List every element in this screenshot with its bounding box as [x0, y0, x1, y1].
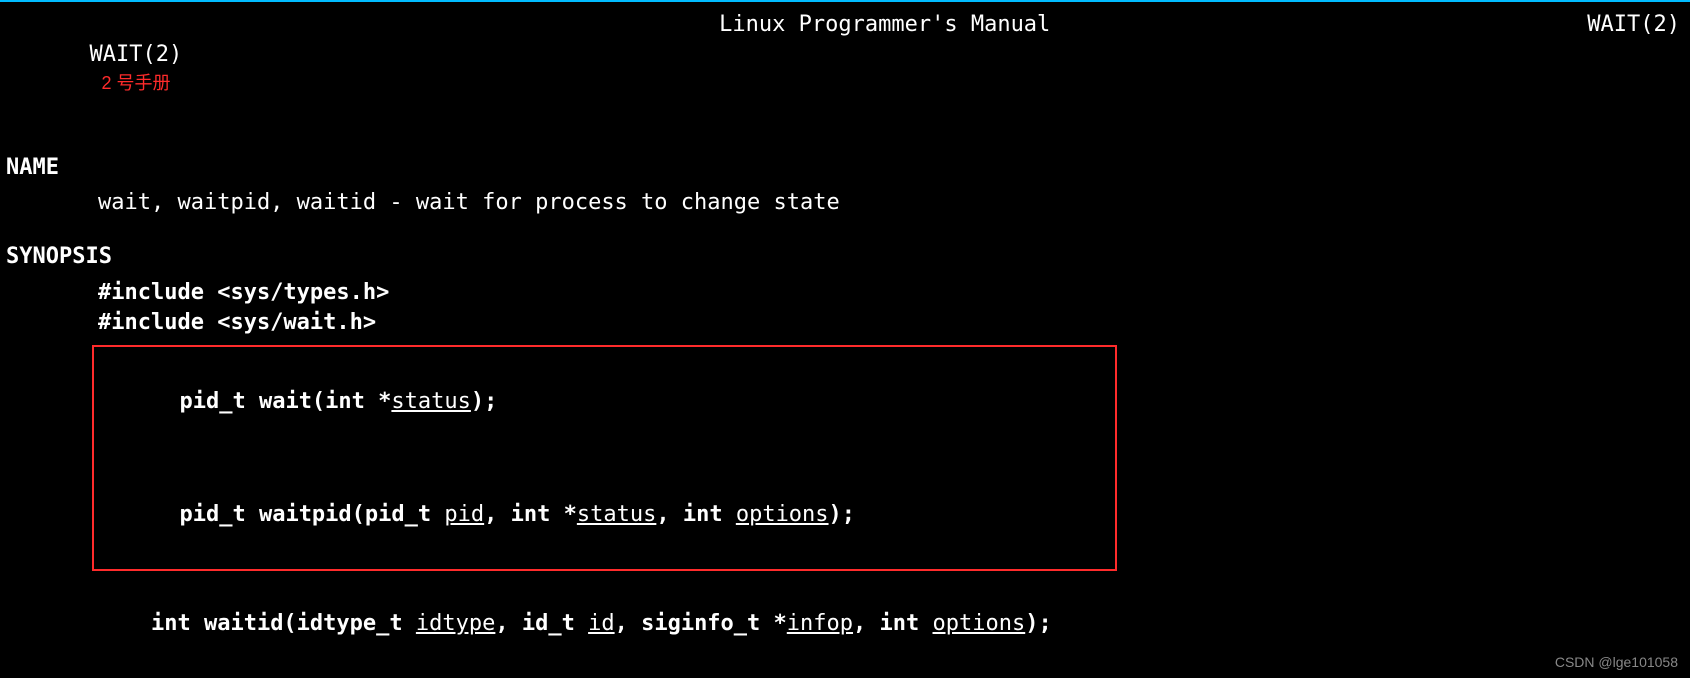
man-header: WAIT(2) 2 号手册 Linux Programmer's Manual … — [6, 10, 1684, 129]
highlight-box: pid_t wait(int *status); pid_t waitpid(p… — [92, 345, 1117, 571]
name-description: wait, waitpid, waitid - wait for process… — [98, 188, 1684, 218]
wp-m1: , int * — [484, 502, 577, 527]
wp-arg-pid: pid — [444, 502, 484, 527]
page-ref-right: WAIT(2) — [1587, 10, 1680, 40]
wid-m3: , int — [853, 611, 932, 636]
section-name-label: NAME — [6, 153, 1684, 183]
prototype-waitid: int waitid(idtype_t idtype, id_t id, sig… — [98, 579, 1684, 668]
wp-m2: , int — [656, 502, 735, 527]
man-page: WAIT(2) 2 号手册 Linux Programmer's Manual … — [0, 0, 1690, 678]
wid-arg-options: options — [933, 611, 1026, 636]
wid-arg-infop: infop — [787, 611, 853, 636]
wid-prefix: int waitid(idtype_t — [151, 611, 416, 636]
include-line-1: #include <sys/types.h> — [98, 278, 1684, 308]
wait-sig-close: ); — [471, 389, 498, 414]
header-left: WAIT(2) 2 号手册 — [10, 10, 182, 129]
header-center: Linux Programmer's Manual — [182, 10, 1587, 40]
prototype-waitpid: pid_t waitpid(pid_t pid, int *status, in… — [100, 470, 855, 559]
wid-arg-idtype: idtype — [416, 611, 495, 636]
watermark-label: CSDN @lge101058 — [1555, 653, 1678, 672]
wp-close: ); — [829, 502, 856, 527]
page-ref-left: WAIT(2) — [89, 42, 182, 67]
prototype-wait: pid_t wait(int *status); — [100, 357, 855, 446]
wait-arg-status: status — [391, 389, 470, 414]
wid-arg-id: id — [588, 611, 615, 636]
wp-arg-status: status — [577, 502, 656, 527]
include-line-2: #include <sys/wait.h> — [98, 308, 1684, 338]
wait-sig-prefix: pid_t wait(int * — [179, 389, 391, 414]
wp-prefix: pid_t waitpid(pid_t — [179, 502, 444, 527]
section-synopsis-label: SYNOPSIS — [6, 242, 1684, 272]
spacer — [100, 446, 855, 470]
wp-arg-options: options — [736, 502, 829, 527]
wid-m1: , id_t — [495, 611, 588, 636]
wid-close: ); — [1025, 611, 1052, 636]
annotation-label: 2 号手册 — [101, 73, 170, 93]
wid-m2: , siginfo_t * — [615, 611, 787, 636]
